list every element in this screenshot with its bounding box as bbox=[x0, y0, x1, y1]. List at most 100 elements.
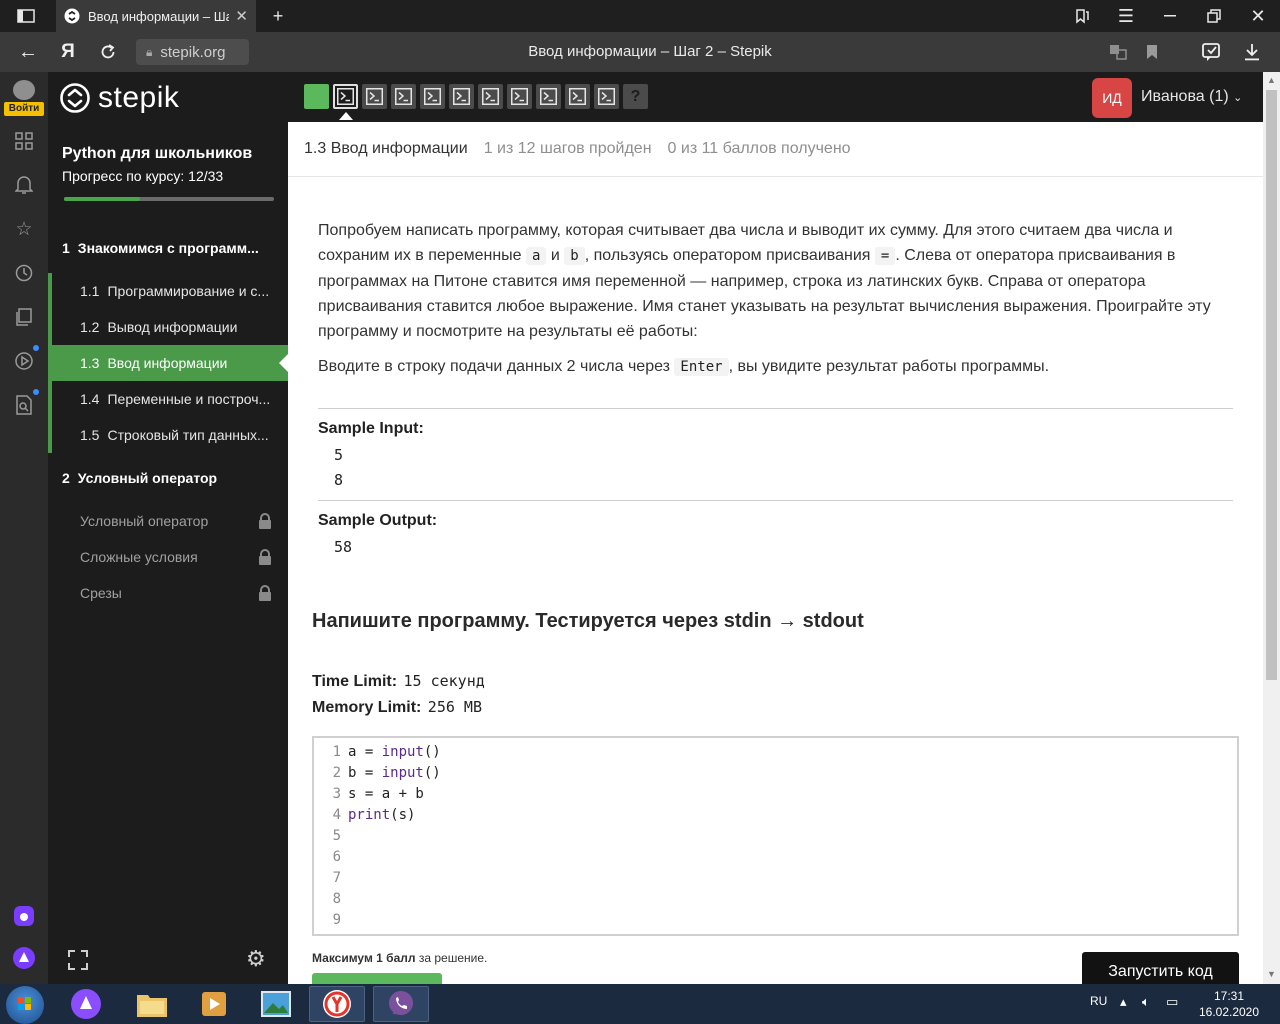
url-field[interactable]: 🔒︎ stepik.org bbox=[136, 39, 249, 65]
lesson-1-1[interactable]: 1.1 Программирование и с... bbox=[48, 273, 288, 309]
lesson-locked-conditional[interactable]: Условный оператор bbox=[48, 503, 288, 539]
user-avatar[interactable]: ИД bbox=[1092, 78, 1132, 118]
code-editor[interactable]: 123456789 a = input() b = input() s = a + … bbox=[312, 736, 1239, 936]
divider bbox=[318, 408, 1233, 409]
stepik-logo[interactable]: stepik bbox=[60, 78, 179, 118]
step-content: 1.3 Ввод информации 1 из 12 шагов пройде… bbox=[288, 122, 1263, 984]
lesson-locked-complex[interactable]: Сложные условия bbox=[48, 539, 288, 575]
tray-expand-icon[interactable]: ▴ bbox=[1120, 994, 1127, 1010]
step-3-button[interactable] bbox=[362, 84, 387, 109]
code-area[interactable]: a = input() b = input() s = a + b print(s) bbox=[348, 742, 441, 931]
submit-button[interactable] bbox=[312, 973, 442, 984]
section-2-header[interactable]: 2 Условный оператор bbox=[48, 456, 288, 500]
tab-close-icon[interactable]: ✕ bbox=[235, 7, 248, 25]
explorer-icon[interactable] bbox=[124, 986, 180, 1022]
page-scrollbar[interactable]: ▲ ▼ bbox=[1263, 72, 1280, 984]
points-received: 0 из 11 баллов получено bbox=[667, 140, 851, 157]
volume-icon[interactable]: 🔈︎ bbox=[1142, 994, 1150, 1010]
restore-icon[interactable] bbox=[1192, 0, 1236, 32]
yandex-browser-icon[interactable] bbox=[309, 986, 365, 1022]
code-function: input bbox=[381, 765, 424, 781]
step-2-button[interactable] bbox=[333, 84, 358, 109]
step-5-button[interactable] bbox=[420, 84, 445, 109]
step-12-button[interactable]: ? bbox=[623, 84, 648, 109]
scroll-down-icon[interactable]: ▼ bbox=[1267, 969, 1276, 979]
viber-icon[interactable] bbox=[373, 986, 429, 1022]
login-button[interactable]: Войти bbox=[4, 80, 44, 116]
step-9-button[interactable] bbox=[536, 84, 561, 109]
new-tab-icon[interactable]: + bbox=[256, 0, 300, 32]
services-grid-icon[interactable] bbox=[0, 123, 48, 159]
windows-taskbar: RU ▴ 🔈︎ ▭ 17:31 16.02.2020 bbox=[0, 984, 1280, 1024]
scrollbar-thumb[interactable] bbox=[1266, 90, 1277, 680]
login-label: Войти bbox=[4, 102, 44, 116]
favorites-star-icon[interactable]: ☆ bbox=[0, 211, 48, 247]
step-10-button[interactable] bbox=[565, 84, 590, 109]
code-step-icon bbox=[511, 88, 528, 105]
section-number: 1 bbox=[62, 240, 70, 256]
fullscreen-icon[interactable] bbox=[66, 948, 90, 972]
time-limit-label: Time Limit: bbox=[312, 673, 398, 690]
code-text: a = bbox=[348, 744, 382, 760]
tabs-panel-icon[interactable] bbox=[4, 0, 48, 32]
code-step-icon bbox=[395, 88, 412, 105]
line-number: 2 bbox=[332, 765, 341, 781]
start-button[interactable] bbox=[6, 986, 44, 1024]
alice-icon[interactable] bbox=[0, 940, 48, 976]
lesson-1-5[interactable]: 1.5 Строковый тип данных... bbox=[48, 417, 288, 453]
user-menu[interactable]: Иванова (1) ⌄ bbox=[1141, 88, 1242, 106]
divider bbox=[318, 500, 1233, 501]
protect-icon[interactable] bbox=[1192, 32, 1232, 72]
lesson-locked-slices[interactable]: Срезы bbox=[48, 575, 288, 611]
sample-output-line: 58 bbox=[334, 538, 353, 556]
video-play-icon[interactable] bbox=[0, 343, 48, 379]
memory-limit: Memory Limit: 256 MB bbox=[312, 698, 482, 717]
step-8-button[interactable] bbox=[507, 84, 532, 109]
step-6-button[interactable] bbox=[449, 84, 474, 109]
clock-date[interactable]: 16.02.2020 bbox=[1196, 1005, 1262, 1019]
minimize-icon[interactable] bbox=[1148, 0, 1192, 32]
settings-gear-icon[interactable]: ⚙ bbox=[246, 948, 268, 970]
step-1-button[interactable] bbox=[304, 84, 329, 109]
notifications-bell-icon[interactable] bbox=[0, 167, 48, 203]
sample-output-label: Sample Output: bbox=[318, 512, 438, 529]
step-hint: Вводите в строку подачи данных 2 числа ч… bbox=[318, 358, 1238, 376]
alice-shopping-icon[interactable] bbox=[0, 898, 48, 934]
lesson-1-2[interactable]: 1.2 Вывод информации bbox=[48, 309, 288, 345]
menu-icon[interactable]: ☰ bbox=[1104, 0, 1148, 32]
course-title[interactable]: Python для школьников bbox=[62, 145, 252, 163]
url-text: stepik.org bbox=[160, 43, 226, 61]
bookmarks-sync-icon[interactable] bbox=[1060, 0, 1104, 32]
lesson-1-3-active[interactable]: 1.3 Ввод информации bbox=[48, 345, 288, 381]
scroll-up-icon[interactable]: ▲ bbox=[1267, 75, 1276, 85]
photo-viewer-icon[interactable] bbox=[248, 986, 304, 1022]
language-indicator[interactable]: RU bbox=[1090, 994, 1107, 1008]
history-clock-icon[interactable] bbox=[0, 255, 48, 291]
step-11-button[interactable] bbox=[594, 84, 619, 109]
lesson-number: 1.2 bbox=[80, 319, 100, 335]
code-step-icon bbox=[598, 88, 615, 105]
browser-tab[interactable]: Ввод информации – Ша ✕ bbox=[56, 0, 256, 32]
network-icon[interactable]: ▭ bbox=[1166, 994, 1178, 1010]
line-number: 5 bbox=[332, 828, 341, 844]
reload-icon[interactable] bbox=[88, 32, 128, 72]
collections-icon[interactable] bbox=[0, 299, 48, 335]
step-4-button[interactable] bbox=[391, 84, 416, 109]
back-icon[interactable]: ← bbox=[8, 32, 48, 72]
download-icon[interactable] bbox=[1232, 32, 1272, 72]
clock-time[interactable]: 17:31 bbox=[1204, 989, 1254, 1003]
yandex-logo-icon[interactable]: Я bbox=[48, 32, 88, 72]
alice-icon[interactable] bbox=[58, 986, 114, 1022]
step-7-button[interactable] bbox=[478, 84, 503, 109]
line-number: 1 bbox=[332, 744, 341, 760]
lesson-1-4[interactable]: 1.4 Переменные и построч... bbox=[48, 381, 288, 417]
close-window-icon[interactable]: ✕ bbox=[1236, 0, 1280, 32]
code-text: () bbox=[423, 765, 441, 781]
bookmark-icon[interactable] bbox=[1132, 32, 1172, 72]
tab-title: Ввод информации – Ша bbox=[88, 8, 230, 24]
search-document-icon[interactable] bbox=[0, 387, 48, 423]
run-code-button[interactable]: Запустить код bbox=[1082, 952, 1239, 984]
section-1-header[interactable]: 1 Знакомимся с программ... bbox=[48, 226, 288, 270]
media-player-icon[interactable] bbox=[186, 986, 242, 1022]
